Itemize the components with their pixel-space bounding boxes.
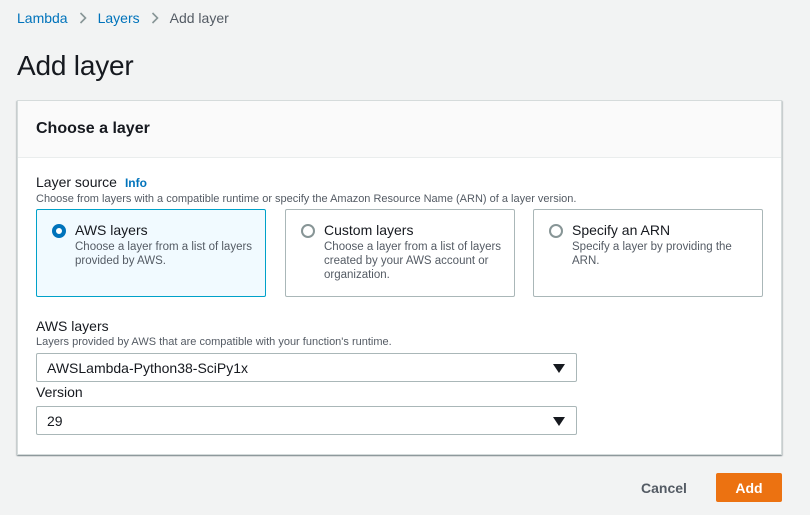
version-select[interactable]: 29 bbox=[36, 406, 577, 435]
breadcrumb-layers-link[interactable]: Layers bbox=[98, 10, 140, 26]
tile-title: Specify an ARN bbox=[572, 222, 671, 238]
layer-source-label: Layer source Info bbox=[36, 174, 147, 190]
chevron-right-icon bbox=[140, 9, 170, 27]
aws-layers-description: Layers provided by AWS that are compatib… bbox=[36, 336, 392, 348]
tile-aws-layers[interactable]: AWS layers Choose a layer from a list of… bbox=[36, 209, 266, 297]
radio-custom-layers[interactable] bbox=[301, 224, 315, 238]
breadcrumb: Lambda Layers Add layer bbox=[17, 9, 229, 27]
tile-title: Custom layers bbox=[324, 222, 414, 238]
tile-description: Choose a layer from a list of layers cre… bbox=[324, 241, 502, 281]
chevron-right-icon bbox=[68, 9, 98, 27]
add-button[interactable]: Add bbox=[716, 473, 782, 502]
radio-specify-arn[interactable] bbox=[549, 224, 563, 238]
info-link[interactable]: Info bbox=[125, 176, 147, 190]
panel-header: Choose a layer bbox=[18, 101, 781, 158]
layer-source-label-text: Layer source bbox=[36, 174, 117, 190]
version-select-value: 29 bbox=[47, 413, 63, 429]
caret-down-icon bbox=[553, 417, 565, 426]
panel-title: Choose a layer bbox=[36, 120, 150, 137]
version-label: Version bbox=[36, 384, 83, 400]
tile-specify-arn[interactable]: Specify an ARN Specify a layer by provid… bbox=[533, 209, 763, 297]
radio-aws-layers[interactable] bbox=[52, 224, 66, 238]
breadcrumb-current: Add layer bbox=[169, 10, 229, 26]
aws-layers-select-value: AWSLambda-Python38-SciPy1x bbox=[47, 360, 249, 376]
layer-source-description: Choose from layers with a compatible run… bbox=[36, 193, 577, 205]
caret-down-icon bbox=[553, 364, 565, 373]
tile-custom-layers[interactable]: Custom layers Choose a layer from a list… bbox=[285, 209, 515, 297]
cancel-button[interactable]: Cancel bbox=[628, 473, 700, 503]
aws-layers-select[interactable]: AWSLambda-Python38-SciPy1x bbox=[36, 353, 577, 382]
page-title: Add layer bbox=[17, 50, 134, 81]
tile-description: Specify a layer by providing the ARN. bbox=[572, 241, 732, 267]
tile-description: Choose a layer from a list of layers pro… bbox=[75, 241, 253, 267]
aws-layers-label: AWS layers bbox=[36, 318, 109, 334]
tile-title: AWS layers bbox=[75, 222, 148, 238]
breadcrumb-lambda-link[interactable]: Lambda bbox=[17, 10, 68, 26]
choose-layer-panel: Choose a layer Layer source Info Choose f… bbox=[17, 100, 782, 455]
